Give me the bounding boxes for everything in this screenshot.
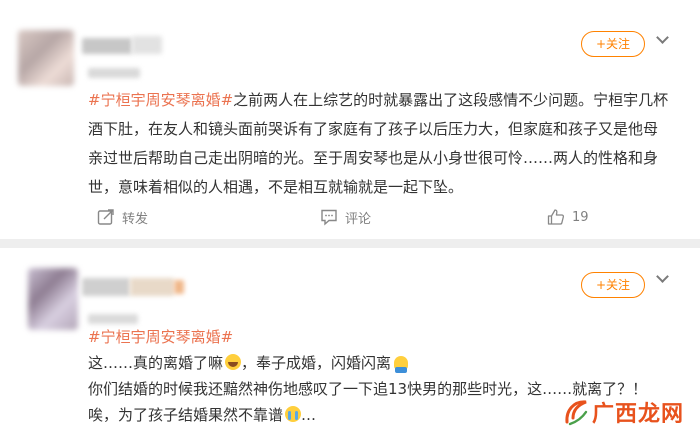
thumbs-up-icon [547,208,565,226]
fist-emoji-icon [394,356,409,373]
follow-button[interactable]: +关注 [581,272,645,298]
comment-icon [320,208,338,226]
avatar[interactable] [28,268,78,330]
laughing-emoji-icon [225,354,242,370]
avatar[interactable] [18,30,74,86]
username-blurred[interactable] [82,278,130,296]
username-blurred-3 [174,280,184,294]
comment-label: 评论 [345,211,372,227]
hashtag-link[interactable]: #宁桓宇周安琴离婚# [88,91,233,109]
like-count: 19 [572,209,589,225]
repost-button[interactable]: 转发 [97,205,148,229]
post-time-blurred [88,314,138,324]
chevron-down-icon[interactable] [656,270,669,283]
follow-button[interactable]: +关注 [581,31,645,57]
comment-button[interactable]: 评论 [320,205,371,229]
username-blurred-2 [130,278,174,296]
crying-emoji-icon [285,406,302,422]
post-text: #宁桓宇周安琴离婚#之前两人在上综艺的时就暴露出了这段感情不少问题。宁桓宇几杯 … [88,86,673,202]
post-line: 酒下肚，在友人和镜头面前哭诉有了家庭有了孩子以后压力大，但家庭和孩子又是他母 [88,120,659,138]
post-card-1: +关注 #宁桓宇周安琴离婚#之前两人在上综艺的时就暴露出了这段感情不少问题。宁桓… [0,0,700,239]
username-blurred-2 [132,36,162,54]
chevron-down-icon[interactable] [656,31,669,44]
watermark-swirl-icon [565,400,588,426]
hashtag-link[interactable]: #宁桓宇周安琴离婚# [88,324,673,350]
username-blurred[interactable] [82,38,132,54]
repost-label: 转发 [122,211,149,227]
post-line: 亲过世后帮助自己走出阴暗的光。至于周安琴也是从小身世很可怜……两人的性格和身 [88,149,659,167]
post-time-blurred [88,68,140,78]
like-button[interactable]: 19 [547,205,589,229]
repost-icon [97,208,115,226]
watermark-logo: 广西龙网 [564,396,684,428]
post-line: 世，意味着相似的人相遇，不是相互就输就是一起下坠。 [88,178,464,196]
